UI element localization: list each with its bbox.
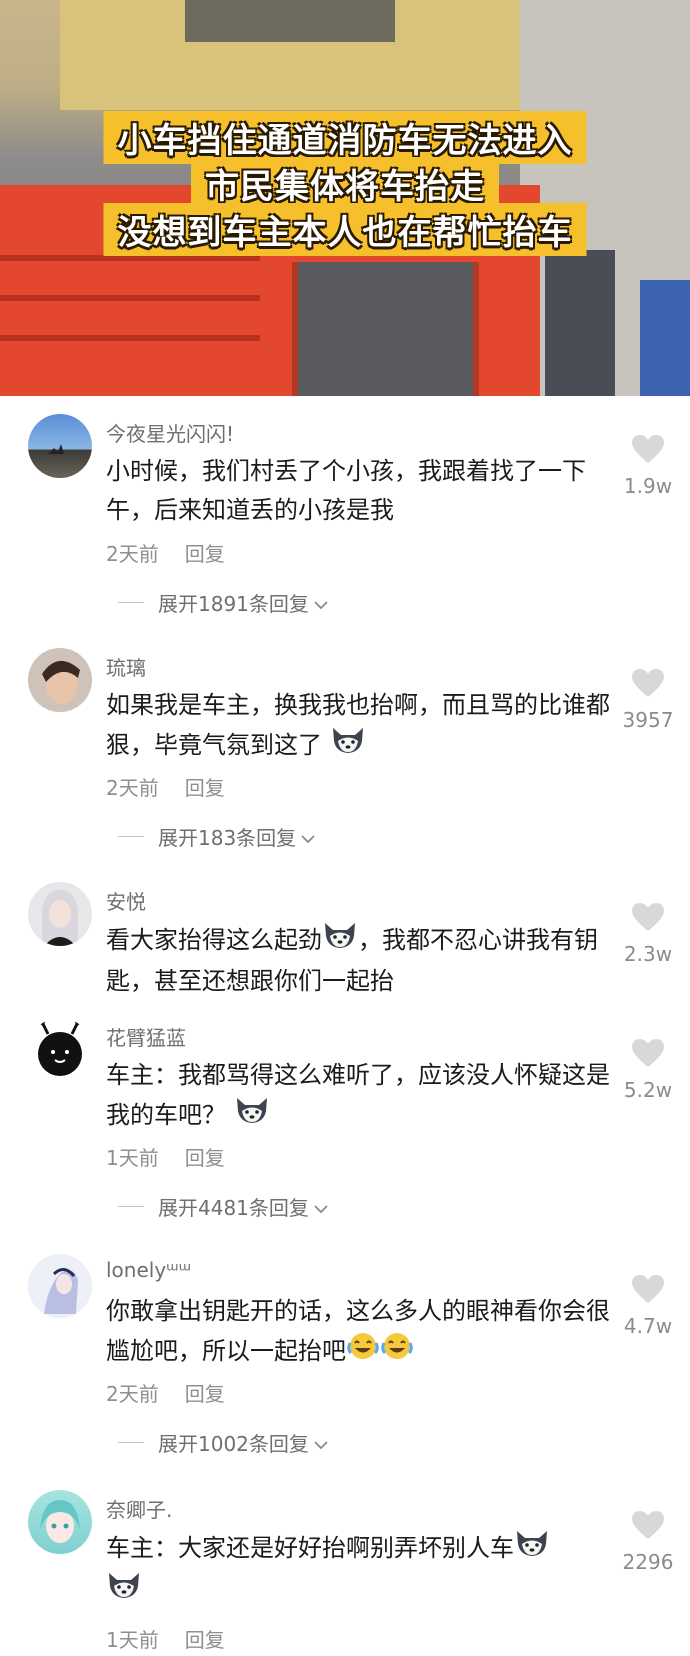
- comment-text-body: 看大家抬得这么起劲: [106, 926, 322, 954]
- comment-username[interactable]: 安悦: [106, 886, 146, 915]
- avatar[interactable]: [28, 648, 92, 712]
- comment-text: 小时候，我们村丢了个小孩，我跟着找了一下午，后来知道丢的小孩是我: [106, 457, 586, 524]
- comment-text: 车主：我都骂得这么难听了，应该没人怀疑这是我的车吧？: [106, 1056, 616, 1136]
- divider: [118, 602, 144, 603]
- truck-stripe: [0, 295, 260, 301]
- background-blue-panel: [640, 280, 690, 396]
- expand-replies-label: 展开1002条回复: [158, 1432, 309, 1456]
- laugh-cry-emoji-icon: [380, 1331, 414, 1373]
- heart-icon: [632, 435, 664, 463]
- reply-button[interactable]: 回复: [185, 1146, 225, 1170]
- avatar[interactable]: [28, 1490, 92, 1554]
- background-doorway: [545, 250, 615, 396]
- expand-replies[interactable]: 展开4481条回复: [118, 1192, 329, 1221]
- heart-icon: [632, 1275, 664, 1303]
- heart-icon: [632, 903, 664, 931]
- heart-icon: [632, 669, 664, 697]
- like-button[interactable]: [618, 902, 678, 936]
- comment-text: 车主：大家还是好好抬啊别弄坏别人车: [106, 1528, 616, 1608]
- like-count: 2296: [622, 1550, 674, 1574]
- comment-text-body: 车主：大家还是好好抬啊别弄坏别人车: [106, 1534, 514, 1562]
- comment-username[interactable]: 奈卿子.: [106, 1494, 172, 1523]
- like-count: 1.9w: [623, 474, 673, 498]
- comment-time: 1天前: [106, 1146, 159, 1170]
- reply-button[interactable]: 回复: [185, 1382, 225, 1406]
- video-banner[interactable]: 小车挡住通道消防车无法进入 市民集体将车抬走 没想到车主本人也在帮忙抬车: [0, 0, 690, 396]
- comment-text: 看大家抬得这么起劲 ，我都不忍心讲我有钥匙，甚至还想跟你们一起抬: [106, 920, 616, 1000]
- comment-meta: 2天前 回复: [106, 772, 225, 801]
- chevron-down-icon: [313, 1431, 329, 1455]
- divider: [118, 1442, 144, 1443]
- avatar[interactable]: [28, 1018, 92, 1082]
- reply-button[interactable]: 回复: [185, 1628, 225, 1652]
- husky-emoji-icon: [322, 920, 358, 962]
- heart-icon: [632, 1511, 664, 1539]
- avatar[interactable]: [28, 1254, 92, 1318]
- laugh-cry-emoji-icon: [346, 1331, 380, 1373]
- avatar[interactable]: [28, 414, 92, 478]
- comment-time: 2天前: [106, 776, 159, 800]
- comment-text: 如果我是车主，换我我也抬啊，而且骂的比谁都狠，毕竟气氛到这了: [106, 686, 616, 766]
- husky-emoji-icon: [514, 1528, 550, 1570]
- comment-username[interactable]: 花臂猛蓝: [106, 1022, 186, 1051]
- expand-replies[interactable]: 展开183条回复: [118, 822, 316, 851]
- husky-emoji-icon: [106, 1570, 142, 1612]
- heart-icon: [632, 1039, 664, 1067]
- comment-meta: 1天前 回复: [106, 1142, 225, 1171]
- comment-text: 你敢拿出钥匙开的话，这么多人的眼神看你会很尴尬吧，所以一起抬吧: [106, 1292, 616, 1372]
- like-button[interactable]: [618, 1510, 678, 1544]
- avatar[interactable]: [28, 882, 92, 946]
- like-count: 3957: [622, 708, 674, 732]
- video-caption-line: 没想到车主本人也在帮忙抬车: [103, 203, 587, 256]
- husky-emoji-icon: [330, 725, 366, 767]
- chevron-down-icon: [300, 825, 316, 849]
- expand-replies-label: 展开183条回复: [158, 826, 297, 850]
- expand-replies-label: 展开1891条回复: [158, 592, 309, 616]
- chevron-down-icon: [313, 591, 329, 615]
- comment-time: 1天前: [106, 1628, 159, 1652]
- divider: [118, 1206, 144, 1207]
- comment-time: 2天前: [106, 1382, 159, 1406]
- comment-username[interactable]: 今夜星光闪闪!: [106, 418, 234, 447]
- comment-meta: 2天前 回复: [106, 538, 225, 567]
- comment-meta: 2天前 回复: [106, 1378, 225, 1407]
- comment-text-body: 车主：我都骂得这么难听了，应该没人怀疑这是我的车吧？: [106, 1061, 610, 1129]
- like-button[interactable]: [618, 434, 678, 468]
- divider: [118, 836, 144, 837]
- expand-replies[interactable]: 展开1891条回复: [118, 588, 329, 617]
- comment-time: 2天前: [106, 542, 159, 566]
- comment-username[interactable]: lonelyᵚᵚ: [106, 1258, 191, 1282]
- reply-button[interactable]: 回复: [185, 776, 225, 800]
- husky-emoji-icon: [234, 1095, 270, 1137]
- comment-meta: 1天前 回复: [106, 1624, 225, 1653]
- like-button[interactable]: [618, 668, 678, 702]
- like-button[interactable]: [618, 1038, 678, 1072]
- like-count: 5.2w: [623, 1078, 673, 1102]
- comment-username[interactable]: 琉璃: [106, 652, 146, 681]
- like-count: 2.3w: [623, 942, 673, 966]
- truck-stripe: [0, 335, 260, 341]
- chevron-down-icon: [313, 1195, 329, 1219]
- expand-replies-label: 展开4481条回复: [158, 1196, 309, 1220]
- like-button[interactable]: [618, 1274, 678, 1308]
- background-window: [185, 0, 395, 42]
- reply-button[interactable]: 回复: [185, 542, 225, 566]
- expand-replies[interactable]: 展开1002条回复: [118, 1428, 329, 1457]
- like-count: 4.7w: [623, 1314, 673, 1338]
- truck-shutter: [292, 262, 479, 396]
